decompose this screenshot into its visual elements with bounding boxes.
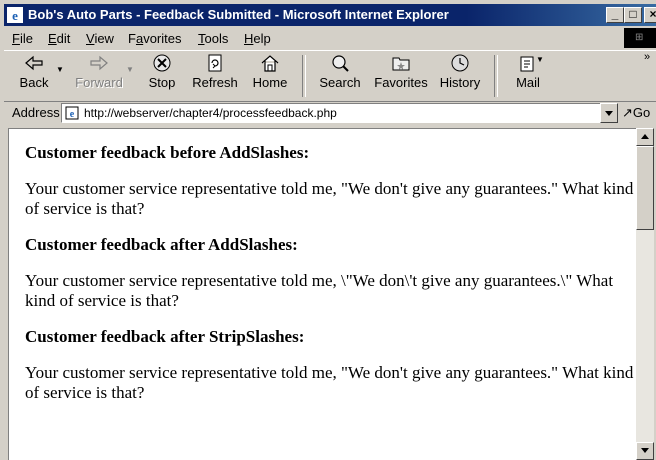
- page-icon: e: [65, 106, 79, 120]
- stop-button[interactable]: Stop: [142, 53, 182, 99]
- windows-logo-throbber: ⊞: [624, 28, 656, 48]
- scroll-thumb[interactable]: [636, 146, 654, 230]
- window-title: Bob's Auto Parts - Feedback Submitted - …: [28, 7, 449, 22]
- menu-help-label: elp: [253, 31, 271, 46]
- maximize-button[interactable]: □: [624, 7, 642, 23]
- menu-bar: File Edit View Favorites Tools Help ⊞: [4, 28, 656, 48]
- refresh-label: Refresh: [192, 75, 238, 90]
- scroll-down-button[interactable]: [636, 442, 654, 460]
- address-url: http://webserver/chapter4/processfeedbac…: [84, 106, 337, 120]
- back-arrow-icon: [25, 55, 43, 71]
- go-label: Go: [632, 105, 651, 120]
- menu-edit[interactable]: Edit: [48, 31, 70, 46]
- address-input[interactable]: e http://webserver/chapter4/processfeedb…: [61, 103, 603, 123]
- search-icon: [332, 55, 349, 72]
- scroll-up-button[interactable]: [636, 128, 654, 146]
- feedback-after-stripslashes: Your customer service representative tol…: [25, 363, 634, 402]
- address-dropdown-button[interactable]: [600, 103, 618, 123]
- mail-label: Mail: [516, 75, 540, 90]
- address-bar: Address e http://webserver/chapter4/proc…: [4, 102, 656, 124]
- menu-favorites-label: vorites: [143, 31, 182, 46]
- back-label: Back: [19, 75, 49, 90]
- heading-before-addslashes: Customer feedback before AddSlashes:: [25, 143, 310, 162]
- home-button[interactable]: Home: [248, 53, 292, 99]
- forward-dropdown-icon[interactable]: ▼: [126, 65, 134, 74]
- toolbar-overflow-icon[interactable]: »: [644, 51, 650, 63]
- back-button[interactable]: Back: [14, 53, 54, 99]
- home-icon: [261, 55, 279, 72]
- menu-help[interactable]: Help: [244, 31, 271, 46]
- favorites-folder-icon: [392, 57, 410, 71]
- feedback-before-addslashes: Your customer service representative tol…: [25, 179, 634, 218]
- menu-edit-accel: E: [48, 31, 57, 46]
- heading-after-addslashes: Customer feedback after AddSlashes:: [25, 235, 298, 254]
- heading-after-stripslashes: Customer feedback after StripSlashes:: [25, 327, 305, 346]
- standard-toolbar: Back ▼ Forward ▼ Stop Refresh Home Searc…: [4, 50, 656, 102]
- go-button[interactable]: ↗Go: [622, 105, 650, 121]
- stop-icon: [153, 54, 171, 72]
- menu-view[interactable]: View: [86, 31, 114, 46]
- document-body: Customer feedback before AddSlashes: You…: [25, 143, 635, 419]
- svg-text:e: e: [70, 109, 75, 120]
- favorites-button[interactable]: Favorites: [370, 53, 432, 99]
- history-label: History: [439, 75, 481, 90]
- menu-view-label: iew: [94, 31, 114, 46]
- internet-explorer-icon: e: [7, 7, 23, 23]
- search-label: Search: [319, 75, 361, 90]
- menu-tools-label: ools: [204, 31, 229, 46]
- menu-edit-label: dit: [56, 31, 71, 46]
- back-dropdown-icon[interactable]: ▼: [56, 65, 64, 74]
- feedback-after-addslashes: Your customer service representative tol…: [25, 271, 614, 310]
- menu-favorites-pre: F: [128, 31, 136, 46]
- home-label: Home: [252, 75, 288, 90]
- vertical-scrollbar[interactable]: [636, 128, 654, 460]
- menu-help-accel: H: [244, 31, 254, 46]
- menu-file[interactable]: File: [12, 31, 33, 46]
- title-bar: e Bob's Auto Parts - Feedback Submitted …: [4, 4, 656, 26]
- favorites-label: Favorites: [374, 75, 428, 90]
- forward-button[interactable]: Forward: [74, 53, 124, 99]
- stop-label: Stop: [148, 75, 176, 90]
- browser-window: e Bob's Auto Parts - Feedback Submitted …: [0, 0, 656, 460]
- menu-tools[interactable]: Tools: [198, 31, 228, 46]
- history-icon: [451, 54, 469, 72]
- mail-icon: [520, 56, 534, 72]
- minimize-button[interactable]: _: [606, 7, 624, 23]
- search-button[interactable]: Search: [314, 53, 366, 99]
- address-label: Address: [12, 105, 60, 120]
- menu-file-accel: F: [12, 31, 20, 46]
- svg-text:e: e: [12, 8, 18, 23]
- menu-file-label: ile: [19, 31, 33, 46]
- windows-logo-icon: ⊞: [635, 32, 644, 43]
- forward-label: Forward: [75, 75, 123, 90]
- mail-dropdown-icon[interactable]: ▼: [536, 55, 544, 64]
- close-button[interactable]: ×: [644, 7, 656, 23]
- refresh-icon: [208, 54, 222, 72]
- page-content[interactable]: Customer feedback before AddSlashes: You…: [8, 128, 637, 460]
- refresh-button[interactable]: Refresh: [190, 53, 240, 99]
- toolbar-separator: [494, 55, 498, 97]
- forward-arrow-icon: [90, 55, 108, 71]
- menu-favorites[interactable]: Favorites: [128, 31, 181, 46]
- toolbar-separator: [302, 55, 306, 97]
- history-button[interactable]: History: [434, 53, 486, 99]
- go-arrow-icon: ↗: [622, 105, 633, 120]
